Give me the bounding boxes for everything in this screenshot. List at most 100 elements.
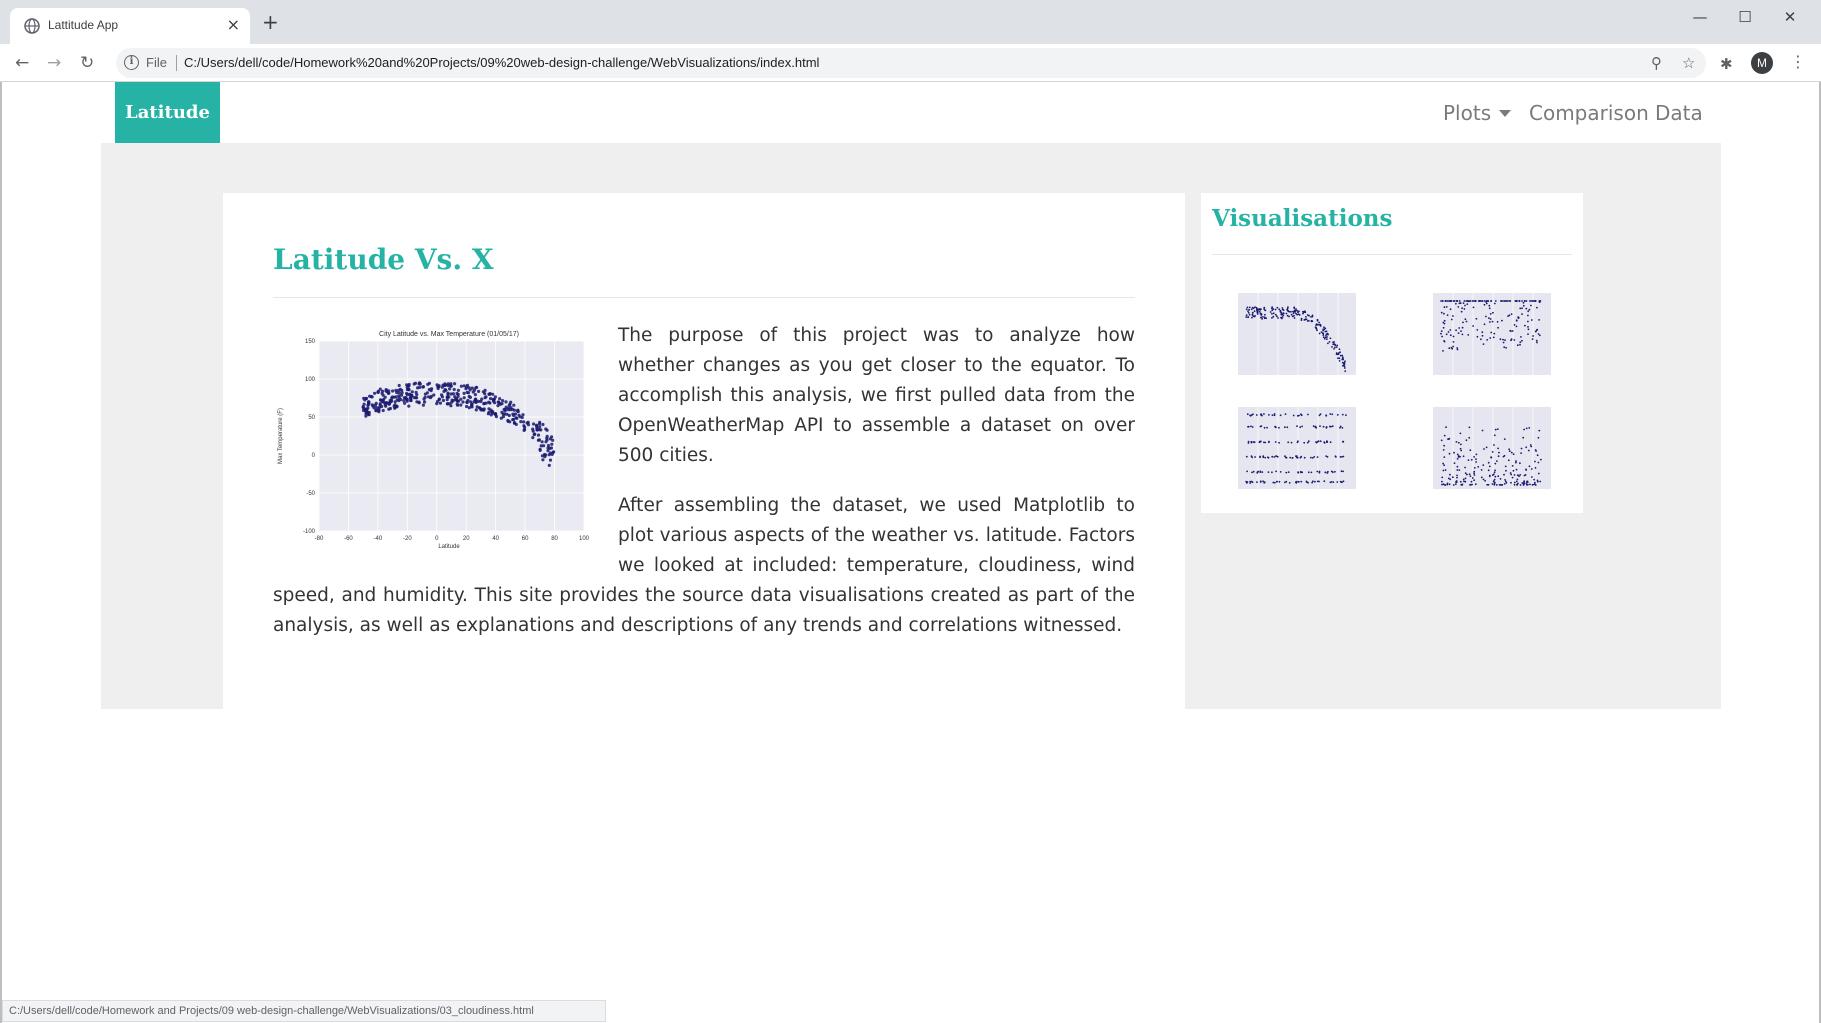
profile-avatar[interactable]: M	[1751, 52, 1773, 74]
scatter-point	[531, 436, 535, 440]
thumbnail-point	[1245, 455, 1248, 458]
thumbnail-point	[1331, 413, 1334, 416]
thumbnail-point	[1264, 313, 1266, 316]
globe-icon	[24, 18, 40, 34]
thumbnail-cloudiness[interactable]	[1216, 397, 1366, 502]
nav-plots-dropdown[interactable]: Plots	[1443, 101, 1512, 125]
thumbnail-point	[1487, 469, 1490, 472]
window-close-icon[interactable]: ✕	[1780, 8, 1800, 26]
brand-logo[interactable]: Latitude	[115, 82, 220, 143]
thumbnail-point	[1332, 341, 1334, 344]
thumbnail-point	[1446, 482, 1449, 485]
scatter-point	[493, 401, 497, 405]
thumbnail-point	[1311, 320, 1314, 323]
scatter-point	[538, 448, 542, 452]
scatter-point	[423, 392, 427, 396]
bookmark-star-icon[interactable]: ☆	[1682, 54, 1695, 72]
thumbnail-point	[1310, 456, 1312, 459]
scatter-point	[375, 406, 379, 410]
forward-icon[interactable]: →	[47, 53, 61, 73]
browser-tab[interactable]: Lattitude App ×	[10, 8, 250, 44]
thumbnail-point	[1459, 432, 1462, 435]
thumbnail-point	[1535, 329, 1538, 332]
thumbnail-point	[1247, 310, 1249, 312]
extensions-icon[interactable]: ✱	[1720, 55, 1733, 73]
thumbnail-point	[1445, 300, 1447, 302]
thumbnail-point	[1456, 476, 1458, 479]
zoom-icon[interactable]: ⚲	[1651, 54, 1662, 72]
thumbnail-point	[1471, 477, 1474, 479]
thumbnail-point	[1487, 300, 1489, 303]
thumbnail-wind-speed[interactable]	[1411, 397, 1561, 502]
new-tab-icon[interactable]: +	[262, 12, 279, 32]
thumbnail-point	[1533, 481, 1536, 484]
scatter-point	[532, 432, 536, 437]
thumbnail-point	[1467, 334, 1470, 336]
thumbnail-point	[1528, 427, 1531, 429]
visualisations-panel: Visualisations	[1201, 193, 1583, 513]
scatter-point	[544, 453, 548, 457]
thumbnail-point	[1521, 339, 1523, 342]
x-tick-label: -60	[344, 536, 353, 542]
browser-menu-icon[interactable]: ⋮	[1790, 52, 1806, 71]
max-temperature-plot-image[interactable]: City Latitude vs. Max Temperature (01/05…	[273, 328, 591, 558]
thumbnail-point	[1463, 300, 1466, 302]
minimize-icon[interactable]: —	[1690, 8, 1710, 26]
thumbnail-point	[1496, 460, 1498, 462]
thumbnail-point	[1460, 310, 1463, 313]
file-label: File	[146, 55, 167, 70]
thumbnail-point	[1510, 313, 1513, 315]
thumbnail-point	[1441, 480, 1443, 483]
address-bar[interactable]: i File C:/Users/dell/code/Homework%20and…	[116, 48, 1706, 78]
thumbnail-point	[1527, 320, 1529, 323]
thumbnail-point	[1338, 360, 1341, 362]
info-icon[interactable]: i	[124, 55, 139, 70]
thumbnail-point	[1534, 300, 1537, 302]
thumbnail-point	[1488, 474, 1491, 477]
thumbnail-point	[1516, 483, 1518, 486]
thumbnail-point	[1473, 470, 1476, 473]
thumbnail-humidity[interactable]	[1411, 283, 1561, 388]
scatter-point	[465, 400, 469, 404]
thumbnail-point	[1303, 456, 1306, 459]
nav-comparison[interactable]: Comparison	[1529, 101, 1649, 125]
thumbnail-point	[1466, 303, 1469, 305]
thumbnail-point	[1443, 434, 1446, 437]
thumbnail-point	[1318, 321, 1320, 324]
thumbnail-point	[1493, 481, 1496, 484]
thumbnail-point	[1539, 334, 1541, 337]
thumbnail-point	[1508, 450, 1511, 453]
thumbnail-point	[1491, 320, 1494, 323]
tab-close-icon[interactable]: ×	[227, 15, 240, 34]
thumbnail-point	[1490, 331, 1493, 334]
maximize-icon[interactable]: ☐	[1735, 8, 1755, 26]
thumbnail-point	[1497, 455, 1500, 458]
scatter-point	[429, 394, 433, 398]
scatter-point	[470, 403, 474, 407]
url-text[interactable]: C:/Users/dell/code/Homework%20and%20Proj…	[184, 55, 819, 70]
thumbnail-point	[1281, 317, 1283, 320]
thumbnail-max-temperature[interactable]	[1216, 283, 1366, 388]
thumbnail-point	[1263, 481, 1266, 483]
thumbnail-point	[1447, 331, 1450, 333]
thumbnail-point	[1460, 330, 1462, 332]
thumbnail-point	[1489, 337, 1492, 339]
thumbnail-point	[1471, 300, 1474, 302]
thumbnail-point	[1511, 476, 1514, 479]
thumbnail-point	[1530, 445, 1533, 448]
thumbnail-point	[1272, 481, 1275, 484]
thumbnail-point	[1507, 459, 1510, 462]
back-icon[interactable]: ←	[15, 53, 29, 73]
thumbnail-point	[1491, 451, 1494, 453]
thumbnail-point	[1462, 478, 1465, 481]
thumbnail-point	[1469, 475, 1472, 477]
omnibox-divider	[176, 55, 177, 71]
thumbnail-point	[1508, 314, 1511, 317]
thumbnail-point	[1522, 301, 1525, 304]
thumbnail-point	[1519, 341, 1522, 343]
reload-icon[interactable]: ↻	[80, 53, 94, 73]
thumbnail-point	[1329, 441, 1332, 444]
thumbnail-point	[1523, 428, 1525, 431]
thumbnail-point	[1322, 328, 1325, 331]
nav-data[interactable]: Data	[1655, 101, 1703, 125]
